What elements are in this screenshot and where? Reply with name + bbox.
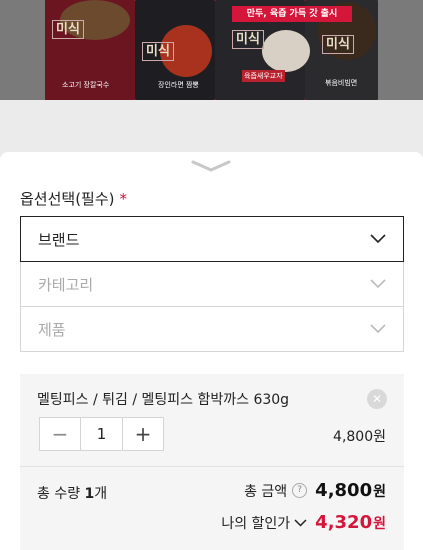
promo-label: 만두, 육즙 가득 갓 출시 <box>232 6 352 22</box>
discount-price-amount: 4,320 <box>315 512 373 533</box>
brand-logo: 미식 <box>142 42 174 61</box>
product-banner: 미식 미식 미식 미식 만두, 육즙 가득 갓 출시 소고기 장칼국수 장인라면… <box>0 0 423 100</box>
chevron-down-icon <box>370 234 386 244</box>
total-price-line: 총 금액 ? 4,800 원 <box>244 480 386 501</box>
close-icon: ✕ <box>371 392 383 406</box>
total-price-unit: 원 <box>373 483 386 500</box>
category-select-label: 카테고리 <box>38 275 94 294</box>
total-price-label: 총 금액 <box>244 483 288 500</box>
required-mark: * <box>119 190 128 208</box>
option-section-title: 옵션선택(필수) * <box>20 188 127 209</box>
selected-option-name: 멜팅피스 / 튀김 / 멜팅피스 함박까스 630g <box>37 392 290 408</box>
brand-logo: 미식 <box>52 20 84 39</box>
chevron-down-icon <box>191 160 231 172</box>
food-image <box>262 30 310 72</box>
option-bottom-sheet: 옵션선택(필수) * 브랜드 카테고리 제품 멜팅피스 / 튀김 / 멜팅피스 함… <box>0 152 423 550</box>
chevron-down-icon <box>294 518 307 527</box>
brand-logo: 미식 <box>322 35 354 54</box>
category-select[interactable]: 카테고리 <box>20 261 404 307</box>
quantity-stepper: − 1 + <box>39 417 164 451</box>
backdrop[interactable] <box>0 100 423 152</box>
brand-logo: 미식 <box>232 30 264 49</box>
increase-quantity-button[interactable]: + <box>123 418 163 450</box>
option-price: 4,800원 <box>333 429 386 445</box>
product-label: 육즙새우교자 <box>242 70 285 82</box>
banner-background <box>378 0 423 100</box>
decrease-quantity-button[interactable]: − <box>40 418 80 450</box>
total-quantity-value: 1 <box>84 486 95 502</box>
sheet-collapse-handle[interactable] <box>191 159 231 173</box>
total-quantity-suffix: 개 <box>94 486 108 502</box>
discount-price-label: 나의 할인가 <box>221 515 291 532</box>
total-quantity: 총 수량 1개 <box>37 483 107 503</box>
product-label: 소고기 장칼국수 <box>62 81 110 89</box>
order-summary: 총 수량 1개 총 금액 ? 4,800 원 나의 할인가 4,320 원 <box>20 466 404 550</box>
option-title-text: 옵션선택(필수) <box>20 190 115 208</box>
product-select[interactable]: 제품 <box>20 306 404 352</box>
brand-select[interactable]: 브랜드 <box>20 216 404 262</box>
option-select-group: 브랜드 카테고리 제품 <box>20 216 404 352</box>
product-label: 볶음비빔면 <box>325 79 358 87</box>
total-price-amount: 4,800 <box>315 480 373 501</box>
chevron-down-icon <box>370 279 386 289</box>
quantity-input[interactable]: 1 <box>80 418 123 450</box>
discount-price-line[interactable]: 나의 할인가 4,320 원 <box>221 512 386 533</box>
product-select-label: 제품 <box>38 320 66 339</box>
help-icon[interactable]: ? <box>292 483 308 498</box>
brand-select-label: 브랜드 <box>38 230 80 249</box>
chevron-down-icon <box>370 324 386 334</box>
remove-option-button[interactable]: ✕ <box>367 389 387 409</box>
banner-background <box>0 0 45 100</box>
product-label: 장인라면 짬뽕 <box>158 81 199 89</box>
discount-price-unit: 원 <box>373 515 386 532</box>
total-quantity-prefix: 총 수량 <box>37 486 85 502</box>
selected-option-card: 멜팅피스 / 튀김 / 멜팅피스 함박까스 630g ✕ − 1 + 4,800… <box>20 374 404 466</box>
